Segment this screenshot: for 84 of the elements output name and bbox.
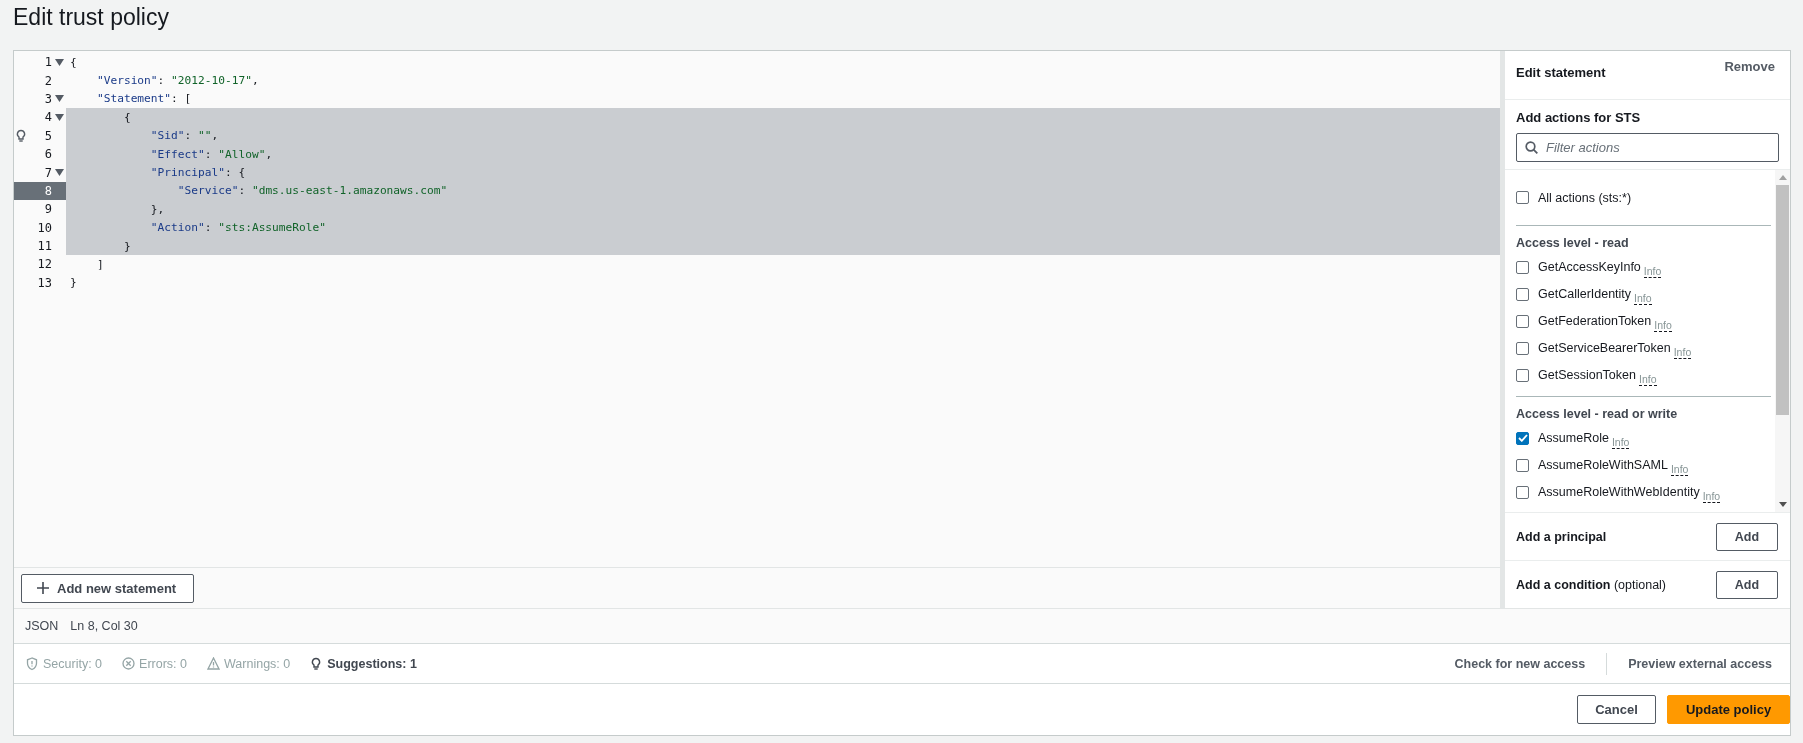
- line-number: 10: [36, 220, 52, 235]
- code-line: "Statement": [: [95, 92, 192, 106]
- info-link[interactable]: Info: [1654, 318, 1672, 332]
- section-label: Add a principal: [1516, 529, 1607, 544]
- filter-field[interactable]: Filter actions: [1516, 132, 1779, 162]
- code-line: "Version": "2012-10-17",: [95, 74, 259, 88]
- scroll-up-icon: [1778, 174, 1787, 180]
- findings-tab[interactable]: Errors: 0: [122, 656, 187, 671]
- scrollbar[interactable]: [1775, 169, 1790, 513]
- action-label: GetSessionToken: [1538, 368, 1636, 383]
- code-line: "Principal": {: [149, 166, 246, 180]
- scroll-down-icon: [1778, 502, 1787, 508]
- search-icon: [1525, 140, 1538, 154]
- plus-icon: [37, 582, 49, 594]
- line-number: 9: [43, 202, 52, 217]
- add-button[interactable]: Add: [1716, 570, 1778, 599]
- add-statement-button[interactable]: Add new statement: [21, 573, 195, 603]
- update-policy-button[interactable]: Update policy: [1667, 695, 1790, 724]
- checkmark-icon: [1517, 434, 1528, 443]
- action-label: GetServiceBearerToken: [1538, 341, 1671, 356]
- access-link[interactable]: Preview external access: [1607, 656, 1778, 671]
- line-number: 4: [43, 110, 52, 125]
- remove-link[interactable]: Remove: [1724, 51, 1775, 99]
- action-label: AssumeRoleWithWebIdentity: [1538, 485, 1700, 500]
- checkbox[interactable]: [1516, 287, 1529, 301]
- info-link[interactable]: Info: [1611, 435, 1630, 449]
- checkbox[interactable]: [1516, 260, 1529, 274]
- checkbox-label: All actions (sts:*): [1538, 190, 1632, 205]
- code-line: "Service": "dms.us-east-1.amazonaws.com": [176, 184, 448, 198]
- checkbox[interactable]: [1516, 341, 1529, 355]
- add-button[interactable]: Add: [1716, 522, 1778, 551]
- warning-icon: [207, 656, 220, 671]
- scrollbar-thumb[interactable]: [1776, 184, 1789, 415]
- info-link[interactable]: Info: [1639, 372, 1657, 386]
- cursor-position: Ln 8, Col 30: [70, 619, 138, 633]
- line-number: 12: [36, 257, 52, 272]
- line-number: 8: [43, 183, 52, 198]
- line-number: 11: [36, 239, 52, 254]
- code-line: ]: [95, 258, 104, 271]
- action-label: GetCallerIdentity: [1538, 287, 1632, 302]
- line-number: 3: [43, 91, 52, 106]
- action-label: GetAccessKeyInfo: [1538, 260, 1641, 275]
- info-link[interactable]: Info: [1673, 345, 1692, 359]
- line-number: 6: [43, 147, 52, 162]
- section-label: Add a condition (optional): [1516, 577, 1667, 592]
- info-link[interactable]: Info: [1670, 462, 1689, 476]
- code-line: }: [122, 239, 131, 253]
- checkbox[interactable]: [1516, 431, 1529, 445]
- page-title: Edit trust policy: [13, 3, 170, 32]
- shield-icon: [26, 656, 39, 671]
- checkbox[interactable]: [1516, 314, 1529, 328]
- checkbox[interactable]: [1516, 191, 1529, 205]
- section-heading: Add actions for STS: [1516, 109, 1642, 125]
- group-heading: Access level - read: [1516, 234, 1630, 252]
- code-line: {: [70, 55, 77, 69]
- code-line: "Sid": "",: [149, 129, 219, 143]
- code-line: }: [70, 276, 77, 290]
- line-number: 5: [43, 128, 52, 143]
- findings-tab[interactable]: Suggestions: 1: [310, 656, 417, 671]
- checkbox[interactable]: [1516, 485, 1529, 499]
- panel-heading: Edit statement: [1516, 64, 1606, 82]
- cancel-button[interactable]: Cancel: [1577, 695, 1656, 724]
- action-label: AssumeRole: [1538, 431, 1609, 446]
- findings-tab[interactable]: Warnings: 0: [207, 656, 291, 671]
- checkbox[interactable]: [1516, 368, 1529, 382]
- error-icon: [122, 656, 136, 671]
- action-label: AssumeRoleWithSAML: [1538, 458, 1668, 473]
- code-line: "Action": "sts:AssumeRole": [149, 221, 326, 235]
- info-link[interactable]: Info: [1643, 264, 1662, 278]
- findings-tab[interactable]: Security: 0: [26, 656, 103, 671]
- access-link[interactable]: Check for new access: [1433, 656, 1607, 671]
- line-number: 1: [43, 55, 52, 70]
- code-line: {: [122, 110, 131, 124]
- line-number: 13: [36, 275, 52, 290]
- code-line: },: [149, 202, 165, 216]
- line-number: 2: [43, 73, 52, 88]
- language-label: JSON: [25, 619, 59, 633]
- checkbox[interactable]: [1516, 458, 1529, 472]
- info-link[interactable]: Info: [1634, 291, 1652, 305]
- code-line: "Effect": "Allow",: [149, 147, 273, 161]
- info-link[interactable]: Info: [1702, 489, 1721, 503]
- group-heading: Access level - read or write: [1516, 405, 1679, 423]
- line-number: 7: [43, 165, 52, 180]
- action-label: GetFederationToken: [1538, 314, 1652, 329]
